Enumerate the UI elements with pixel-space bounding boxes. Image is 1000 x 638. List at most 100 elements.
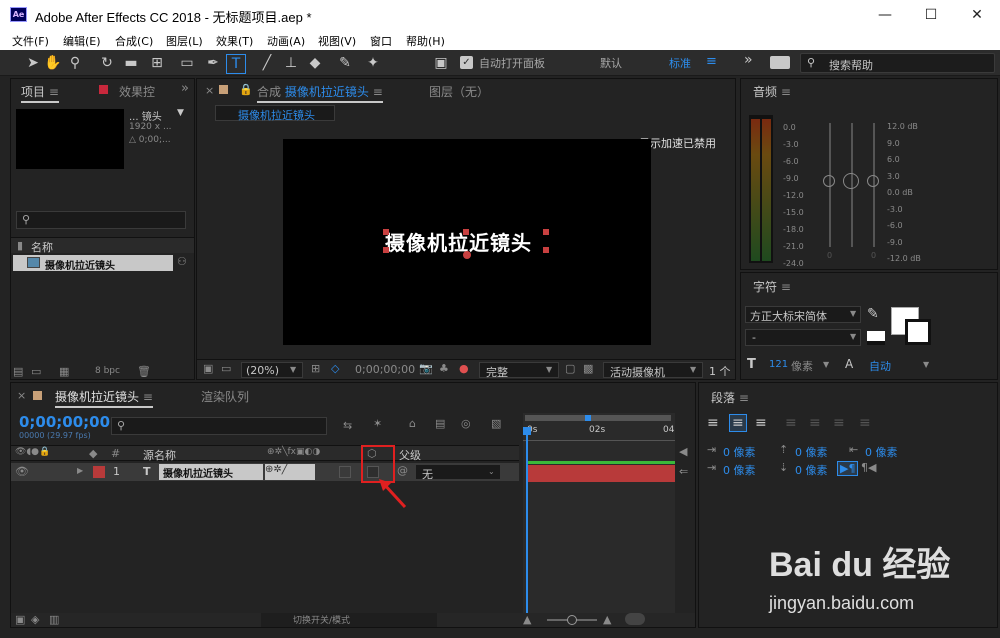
column-source-name[interactable]: 源名称 [143,447,176,463]
menu-view[interactable]: 视图(V) [318,33,356,49]
tab-composition[interactable]: 合成 摄像机拉近镜头 ≡ [257,83,383,103]
zoom-out-icon[interactable]: ▲ [523,613,531,626]
new-comp-icon[interactable]: ▦ [59,365,69,378]
new-folder-icon[interactable]: ▭ [31,365,41,378]
tab-effects[interactable]: 效果控 [119,83,155,100]
close-tab-icon[interactable]: × [205,84,214,97]
align-center-icon[interactable]: ≡ [729,414,747,432]
menu-composition[interactable]: 合成(C) [115,33,153,49]
timeline-zoom-slider[interactable] [547,615,597,625]
layer-search-field[interactable]: ⚲ [111,417,327,435]
timeline-graph-area[interactable]: 0s 02s 04 [523,413,675,627]
timeline-timecode[interactable]: 0;00;00;00 [19,413,110,431]
chevron-down-icon[interactable]: ▼ [923,360,929,369]
eraser-tool-icon[interactable]: ◆ [306,54,324,72]
menu-help[interactable]: 帮助(H) [406,33,445,49]
always-preview-icon[interactable]: ▣ [203,362,213,375]
column-name[interactable]: 名称 [31,239,53,255]
frame-blending-icon[interactable]: ▤ [435,417,445,430]
resolution-dropdown[interactable]: 完整 ▼ [479,362,559,379]
project-search-field[interactable]: ⚲ [16,211,186,229]
align-left-icon[interactable]: ≡ [707,415,719,431]
time-ruler[interactable]: 0s 02s 04 [523,423,675,441]
playhead-handle[interactable] [523,427,531,435]
justify-last-center-icon[interactable]: ≡ [809,415,821,431]
audio-tab[interactable]: 音频 ≡ [753,83,791,100]
graph-editor-icon[interactable]: ▧ [491,417,501,430]
zoom-tool-icon[interactable]: ⚲ [66,54,84,72]
font-family-dropdown[interactable]: 方正大标宋简体 ▼ [745,306,861,323]
breadcrumb[interactable]: 摄像机拉近镜头 [215,105,335,122]
menu-file[interactable]: 文件(F) [12,33,49,49]
show-snapshot-icon[interactable]: ♣ [439,362,449,375]
menu-edit[interactable]: 编辑(E) [63,33,101,49]
layer-switches[interactable]: ⊕✲╱ [265,464,315,480]
layer-name-cell[interactable]: 摄像机拉近镜头 [159,464,263,480]
maximize-button[interactable]: ☐ [908,0,954,30]
expand-modes-icon[interactable]: ◈ [31,613,39,626]
font-style-dropdown[interactable]: - ▼ [745,329,861,346]
parent-dropdown[interactable]: 无 ⌄ [415,464,501,481]
workspace-standard[interactable]: 标准 [669,55,691,71]
visibility-icon[interactable]: 👁 [15,465,29,478]
thumb-dropdown-icon[interactable]: ▼ [177,108,184,118]
search-help-field[interactable]: ⚲ 搜索帮助 [800,53,995,73]
indent-first-value[interactable]: 0 像素 [723,462,756,478]
work-area-handle[interactable] [585,415,591,421]
trash-icon[interactable]: 🗑 [137,365,151,378]
brush-tool-icon[interactable]: ╱ [258,54,276,72]
composition-canvas[interactable]: 摄像机拉近镜头 [283,139,651,345]
expand-arrow-icon[interactable]: ▶ [77,466,83,475]
layer-duration-bar[interactable] [527,465,675,482]
hand-tool-icon[interactable]: ✋ [44,54,62,72]
bounding-handle[interactable] [383,247,389,253]
project-item-row[interactable]: 摄像机拉近镜头 [13,255,173,272]
paragraph-tab[interactable]: 段落 ≡ [711,389,749,406]
volume-slider-right[interactable] [867,175,879,187]
layer-label-color[interactable] [93,466,105,478]
snapshot-icon[interactable]: 📷 [419,362,433,375]
zoom-dropdown[interactable]: (20%) ▼ [241,362,303,378]
panel-overflow-icon[interactable]: » [181,81,189,96]
interpret-footage-icon[interactable]: ▤ [13,365,23,378]
volume-slider-left[interactable] [823,175,835,187]
tab-timeline-comp[interactable]: 摄像机拉近镜头 ≡ [55,388,153,408]
av-switches-icon[interactable]: 👁◖●🔒 [15,447,50,457]
view-count[interactable]: 1 个 [709,363,731,379]
character-tab[interactable]: 字符 ≡ [753,278,791,295]
safe-zones-icon[interactable]: ⊞ [311,362,320,375]
close-button[interactable]: ✕ [954,0,1000,30]
transparency-grid-icon[interactable]: ▩ [583,362,593,375]
puppet-pin-tool-icon[interactable]: ✦ [364,54,382,72]
label-tag-icon[interactable]: ◆ [89,447,97,460]
space-before-value[interactable]: 0 像素 [795,444,828,460]
menu-effect[interactable]: 效果(T) [216,33,253,49]
justify-last-right-icon[interactable]: ≡ [833,415,845,431]
bounding-handle[interactable] [463,229,469,235]
leading-value[interactable]: 自动 [869,358,891,374]
space-after-value[interactable]: 0 像素 [795,462,828,478]
ltr-direction-icon[interactable]: ▶¶ [837,461,859,476]
menu-animation[interactable]: 动画(A) [267,33,305,49]
chevron-down-icon[interactable]: ▼ [823,360,829,369]
work-area-bar[interactable] [525,415,671,421]
anchor-point[interactable] [463,251,471,259]
bounding-handle[interactable] [543,247,549,253]
pen-tool-icon[interactable]: ✒ [204,54,222,72]
pan-behind-tool-icon[interactable]: ⊞ [148,54,166,72]
menu-layer[interactable]: 图层(L) [166,33,203,49]
frame-render-icon[interactable]: ▥ [49,613,59,626]
justify-all-icon[interactable]: ≡ [859,415,871,431]
stroke-color-swatch[interactable] [905,319,931,345]
comp-timecode[interactable]: 0;00;00;00 [355,363,415,376]
tab-project[interactable]: 项目 ≡ [21,83,59,103]
workspace-default[interactable]: 默认 [600,55,622,71]
parent-pickwhip-icon[interactable]: @ [397,464,408,477]
camera-tool-icon[interactable]: ▬ [122,54,140,72]
motion-blur-icon[interactable]: ◎ [461,417,471,430]
keyframe-nav-icon[interactable]: ⇐ [679,465,688,478]
bpc-label[interactable]: 8 bpc [95,366,120,376]
minimize-button[interactable]: — [862,0,908,30]
sync-settings-icon[interactable] [770,56,790,69]
rectangle-tool-icon[interactable]: ▭ [178,54,196,72]
